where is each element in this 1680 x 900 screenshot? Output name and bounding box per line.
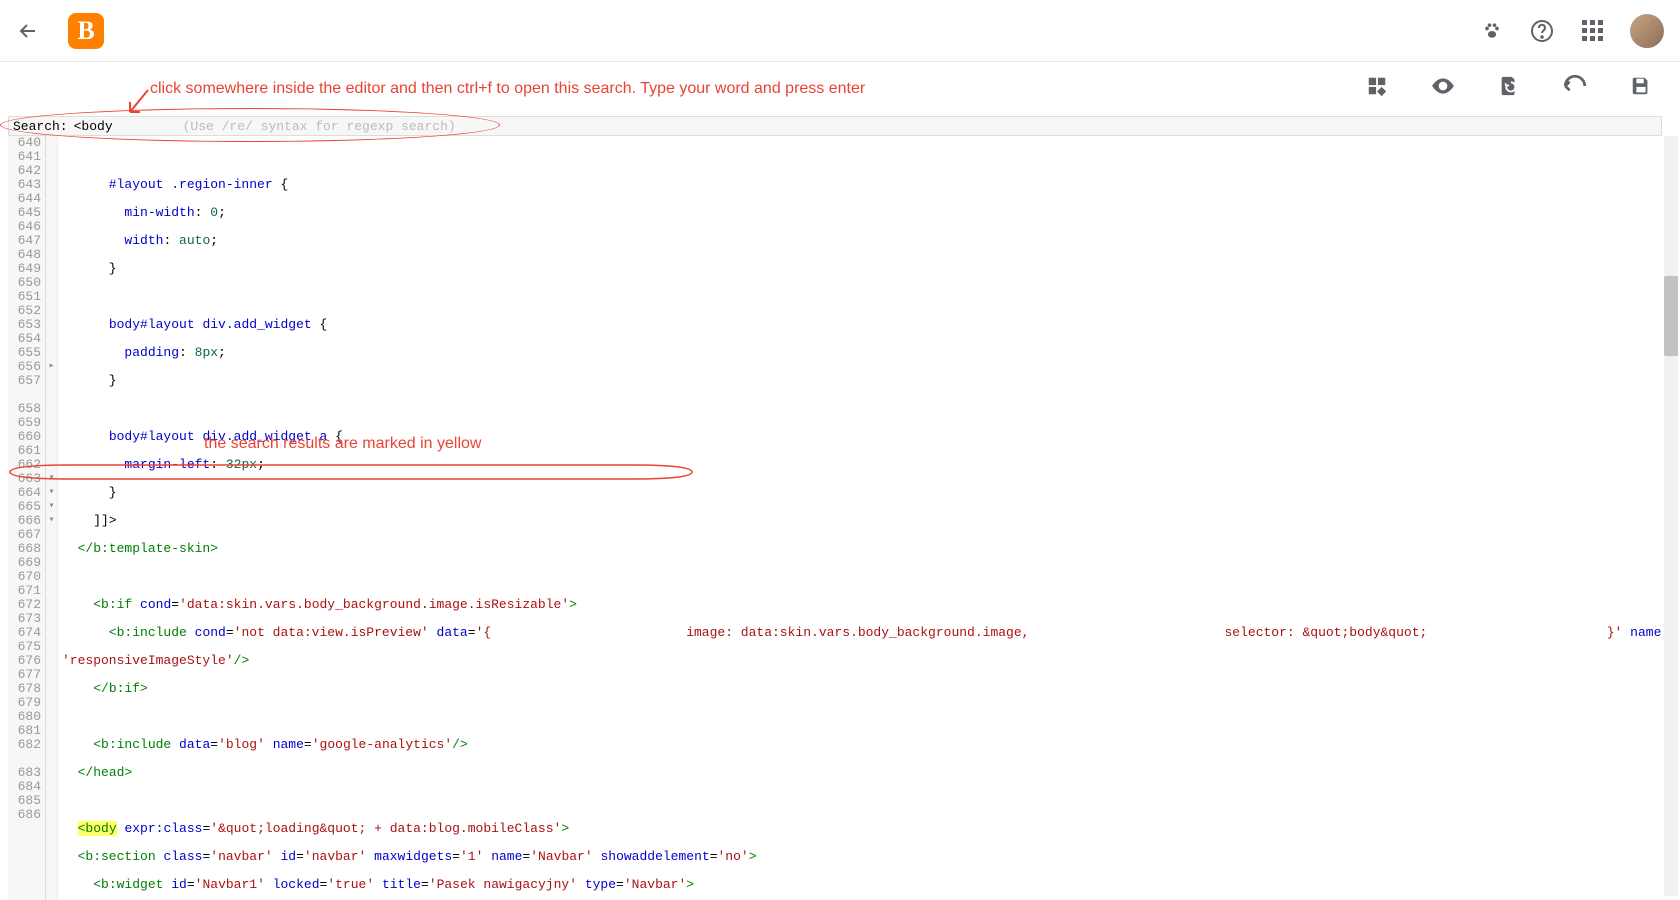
blogger-logo[interactable]: B (68, 13, 104, 49)
undo-button[interactable] (1562, 73, 1588, 99)
editor-search-bar[interactable]: Search: <body (Use /re/ syntax for regex… (8, 116, 1662, 136)
fold-column: ▸ ▾▾▾▾ (46, 136, 58, 900)
annotation-mid: the search results are marked in yellow (204, 435, 481, 453)
annotation-arrow (128, 90, 158, 125)
annotation-top: click somewhere inside the editor and th… (150, 80, 865, 98)
search-query: <body (74, 119, 113, 134)
vertical-scrollbar[interactable] (1664, 136, 1678, 896)
code-area[interactable]: #layout .region-inner { min-width: 0; wi… (58, 136, 1662, 900)
save-button[interactable] (1630, 75, 1652, 97)
help-icon[interactable] (1530, 19, 1554, 43)
logo-letter: B (77, 16, 94, 46)
customize-button[interactable] (1366, 75, 1388, 97)
search-label: Search: (13, 119, 68, 134)
code-editor[interactable]: 640 641642643644645 646647648649650 6516… (8, 136, 1662, 900)
apps-grid-icon[interactable] (1580, 19, 1604, 43)
back-arrow-icon[interactable] (16, 19, 40, 43)
scrollbar-thumb[interactable] (1664, 276, 1678, 356)
revert-button[interactable] (1498, 75, 1520, 97)
paw-icon[interactable] (1480, 19, 1504, 43)
search-match-line: <body expr:class='&quot;loading&quot; + … (62, 822, 1662, 836)
app-header: B (0, 0, 1680, 62)
line-gutter: 640 641642643644645 646647648649650 6516… (8, 136, 46, 900)
search-hint: (Use /re/ syntax for regexp search) (183, 119, 456, 134)
user-avatar[interactable] (1630, 14, 1664, 48)
preview-button[interactable] (1430, 73, 1456, 99)
